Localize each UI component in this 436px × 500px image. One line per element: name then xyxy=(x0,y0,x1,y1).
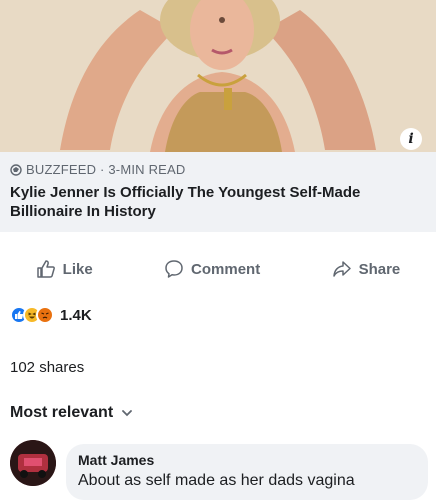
like-label: Like xyxy=(62,260,93,278)
comment-sort-label: Most relevant xyxy=(10,404,114,421)
reaction-count: 1.4K xyxy=(60,306,92,324)
comment-button[interactable]: Comment xyxy=(164,259,260,279)
article-photo-illustration xyxy=(0,0,436,152)
article-photo[interactable] xyxy=(0,0,436,152)
chevron-down-icon xyxy=(122,410,133,417)
comment-author[interactable]: Matt James xyxy=(78,452,416,468)
reaction-summary[interactable]: 1.4K xyxy=(10,306,92,324)
info-icon[interactable]: i xyxy=(400,128,422,150)
avatar-image xyxy=(10,440,56,486)
comment-bubble[interactable]: Matt James About as self made as her dad… xyxy=(66,444,428,500)
shares-count[interactable]: 102 shares xyxy=(10,359,84,376)
angry-reaction-icon xyxy=(36,306,54,324)
comment-sort-dropdown[interactable]: Most relevant xyxy=(10,404,133,422)
thumbs-up-icon xyxy=(36,260,55,278)
globe-icon xyxy=(10,163,22,176)
post-action-bar: Like Comment Share xyxy=(0,248,436,290)
comment-label: Comment xyxy=(191,260,261,278)
commenter-avatar[interactable] xyxy=(10,440,56,486)
share-label: Share xyxy=(358,260,401,278)
article-headline[interactable]: Kylie Jenner Is Officially The Youngest … xyxy=(10,183,420,221)
like-button[interactable]: Like xyxy=(36,259,93,279)
link-source: BUZZFEED · 3-MIN READ xyxy=(10,162,185,177)
share-button[interactable]: Share xyxy=(332,259,401,279)
comment-icon xyxy=(165,260,183,278)
comment-text: About as self made as her dads vagina xyxy=(78,472,355,489)
link-source-text: BUZZFEED · 3-MIN READ xyxy=(26,162,186,177)
share-arrow-icon xyxy=(332,261,351,277)
